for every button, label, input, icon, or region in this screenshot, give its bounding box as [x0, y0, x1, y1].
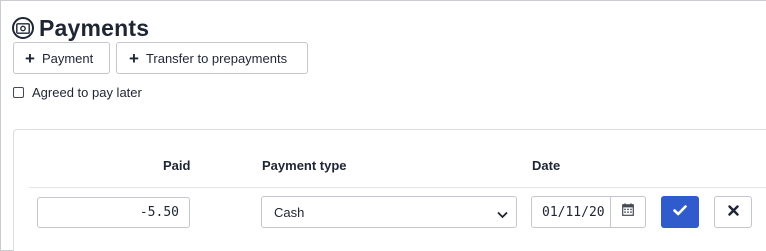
- paid-amount-input[interactable]: [37, 197, 190, 228]
- confirm-button[interactable]: [661, 196, 699, 228]
- page-title: Payments: [39, 14, 150, 41]
- payments-table-panel: [13, 129, 766, 251]
- date-input[interactable]: [531, 196, 611, 228]
- plus-icon: +: [25, 48, 35, 68]
- money-icon: [12, 17, 34, 39]
- header-divider: [29, 187, 766, 188]
- page-header: Payments: [12, 13, 149, 43]
- calendar-button[interactable]: [610, 196, 646, 228]
- agreed-to-pay-later-checkbox[interactable]: [13, 87, 24, 98]
- add-payment-label: Payment: [41, 50, 94, 66]
- check-icon: [673, 203, 687, 221]
- transfer-label: Transfer to prepayments: [145, 50, 288, 66]
- payment-type-value: Cash: [274, 204, 305, 220]
- column-header-date: Date: [532, 158, 561, 173]
- close-icon: [727, 203, 739, 221]
- column-header-paid: Paid: [163, 158, 191, 173]
- chevron-down-icon: [497, 207, 508, 222]
- payment-type-select[interactable]: Cash: [261, 196, 517, 228]
- calendar-icon: [622, 203, 634, 221]
- plus-icon: +: [129, 48, 139, 68]
- cancel-button[interactable]: [714, 196, 752, 228]
- agreed-to-pay-later-label: Agreed to pay later: [32, 85, 142, 100]
- add-payment-button[interactable]: + Payment: [13, 42, 110, 74]
- column-header-payment-type: Payment type: [262, 158, 347, 173]
- agreed-to-pay-later-row[interactable]: Agreed to pay later: [13, 85, 142, 100]
- transfer-to-prepayments-button[interactable]: + Transfer to prepayments: [116, 42, 308, 74]
